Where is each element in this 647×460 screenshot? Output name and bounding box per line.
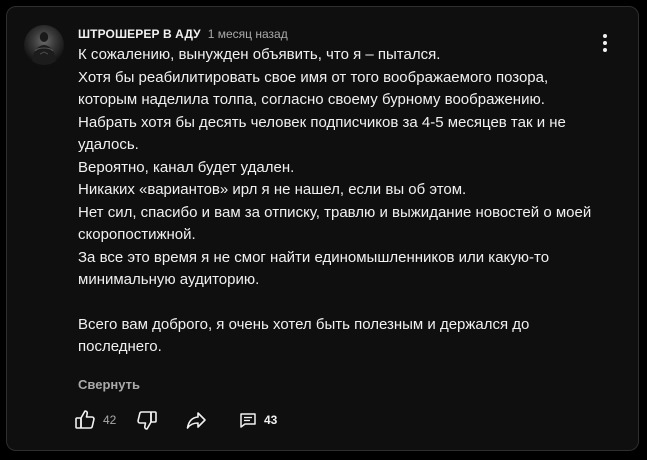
comment-line: Нет сил, спасибо и вам за отписку, травл… bbox=[78, 203, 592, 244]
like-button[interactable]: 42 bbox=[73, 405, 116, 435]
dislike-button[interactable] bbox=[135, 405, 159, 435]
comment-line: Набрать хотя бы десять человек подписчик… bbox=[78, 113, 566, 154]
comment-card: ШТРОШЕРЕР В АДУ 1 месяц назад К сожалени… bbox=[6, 6, 639, 451]
author-name[interactable]: ШТРОШЕРЕР В АДУ bbox=[78, 27, 201, 41]
replies-button[interactable]: 43 bbox=[238, 405, 277, 435]
comment-text: К сожалению, вынужден объявить, что я – … bbox=[78, 44, 598, 359]
collapse-button[interactable]: Свернуть bbox=[78, 377, 140, 392]
comment-icon bbox=[240, 413, 256, 428]
thumb-up-icon bbox=[75, 410, 95, 429]
comment-line: Вероятно, канал будет удален. bbox=[78, 158, 295, 176]
avatar-figure-icon bbox=[32, 32, 56, 65]
comment-line: Никаких «вариантов» ирл я не нашел, если… bbox=[78, 181, 467, 198]
share-icon bbox=[186, 412, 206, 429]
more-vert-icon[interactable] bbox=[595, 31, 615, 55]
comment-line: Всего вам доброго, я очень хотел быть по… bbox=[78, 315, 530, 356]
comment-line: За все это время я не смог найти единомы… bbox=[78, 248, 550, 289]
comment-header: ШТРОШЕРЕР В АДУ 1 месяц назад bbox=[78, 27, 288, 43]
share-button[interactable] bbox=[184, 405, 208, 435]
comment-line: Хотя бы реабилитировать свое имя от того… bbox=[78, 68, 549, 109]
comment-time[interactable]: 1 месяц назад bbox=[208, 27, 288, 41]
like-count: 42 bbox=[103, 413, 117, 427]
reply-count: 43 bbox=[264, 413, 278, 427]
thumb-down-icon bbox=[137, 411, 157, 430]
avatar[interactable] bbox=[24, 25, 64, 65]
comment-line: К сожалению, вынужден объявить, что я – … bbox=[78, 46, 441, 63]
